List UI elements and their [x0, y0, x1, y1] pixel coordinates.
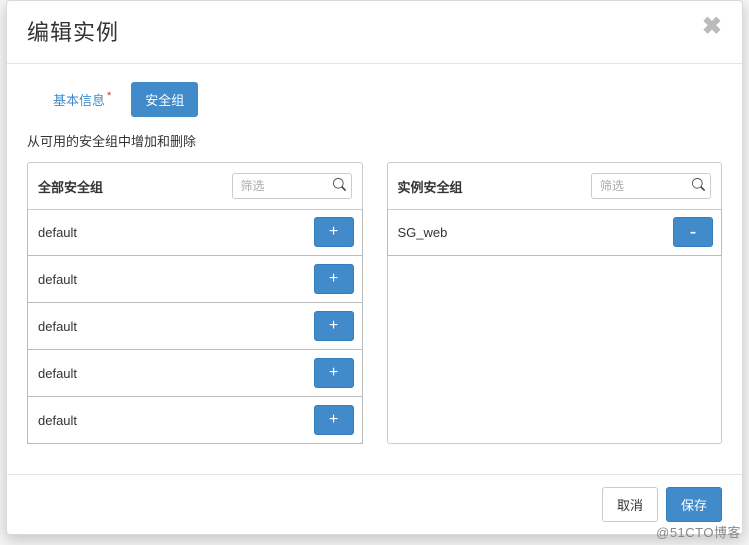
- modal-footer: 取消 保存: [7, 474, 742, 534]
- list-item: default +: [27, 349, 363, 397]
- list-item: default +: [27, 396, 363, 444]
- available-panel-header: 全部安全组: [28, 163, 362, 210]
- group-name-label: default: [38, 319, 77, 334]
- save-button[interactable]: 保存: [666, 487, 722, 522]
- add-group-button[interactable]: +: [314, 264, 354, 294]
- available-filter-input[interactable]: [232, 173, 352, 199]
- tab-security-groups-label: 安全组: [145, 93, 184, 108]
- modal-title: 编辑实例: [27, 15, 119, 47]
- list-item: SG_web -: [387, 209, 723, 256]
- add-group-button[interactable]: +: [314, 358, 354, 388]
- modal-body: 基本信息* 安全组 从可用的安全组中增加和删除 全部安全组: [7, 64, 742, 474]
- instance-groups-panel: 实例安全组 SG_web -: [387, 162, 723, 444]
- instance-panel-header: 实例安全组: [388, 163, 722, 210]
- add-group-button[interactable]: +: [314, 217, 354, 247]
- group-name-label: default: [38, 413, 77, 428]
- instance-panel-title: 实例安全组: [398, 177, 463, 196]
- list-item: default +: [27, 302, 363, 350]
- available-filter: [232, 173, 352, 199]
- instance-filter-input[interactable]: [591, 173, 711, 199]
- tab-security-groups[interactable]: 安全组: [131, 82, 198, 117]
- instance-groups-list: SG_web -: [388, 209, 722, 256]
- edit-instance-modal: 编辑实例 ✖ 基本信息* 安全组 从可用的安全组中增加和删除 全部安全组: [6, 0, 743, 535]
- tab-basic-info-label: 基本信息: [53, 93, 105, 108]
- tabs: 基本信息* 安全组: [39, 82, 722, 117]
- instance-filter: [591, 173, 711, 199]
- modal-header: 编辑实例 ✖: [7, 1, 742, 64]
- required-asterisk-icon: *: [107, 90, 111, 102]
- group-name-label: default: [38, 272, 77, 287]
- available-groups-list: default + default + default + default +: [28, 209, 362, 444]
- cancel-button[interactable]: 取消: [602, 487, 658, 522]
- list-item: default +: [27, 209, 363, 256]
- close-icon[interactable]: ✖: [702, 15, 722, 39]
- add-group-button[interactable]: +: [314, 311, 354, 341]
- add-group-button[interactable]: +: [314, 405, 354, 435]
- group-name-label: SG_web: [398, 225, 448, 240]
- available-groups-panel: 全部安全组 default + default +: [27, 162, 363, 444]
- tab-basic-info[interactable]: 基本信息*: [39, 82, 125, 117]
- remove-group-button[interactable]: -: [673, 217, 713, 247]
- dual-list-panel: 全部安全组 default + default +: [27, 162, 722, 444]
- available-panel-title: 全部安全组: [38, 177, 103, 196]
- list-item: default +: [27, 255, 363, 303]
- group-name-label: default: [38, 366, 77, 381]
- panel-subtitle: 从可用的安全组中增加和删除: [27, 131, 722, 150]
- group-name-label: default: [38, 225, 77, 240]
